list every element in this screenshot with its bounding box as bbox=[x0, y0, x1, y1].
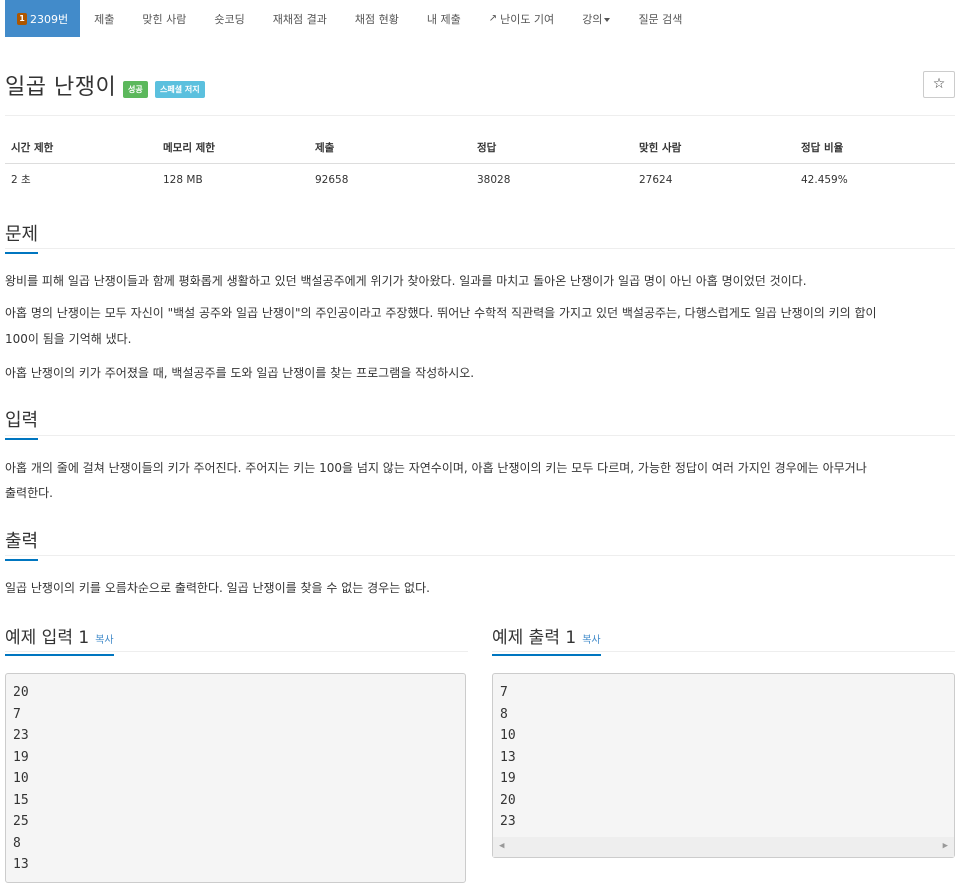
tab-short-coding[interactable]: 숏코딩 bbox=[200, 0, 258, 37]
problem-paragraph-2-line-2: 100이 됨을 기억해 냈다. bbox=[5, 332, 132, 346]
sample-input-title: 예제 입력 1 bbox=[5, 628, 90, 648]
problem-paragraph-1: 왕비를 피해 일곱 난쟁이들과 함께 평화롭게 생활하고 있던 백설공주에게 위… bbox=[5, 274, 807, 288]
tab-lectures-label: 강의 bbox=[582, 12, 603, 26]
sample-output-lines: 7 8 10 13 19 20 23 bbox=[500, 682, 947, 833]
tab-submit[interactable]: 제출 bbox=[80, 0, 128, 37]
tab-problem[interactable]: 1 2309번 bbox=[5, 0, 81, 37]
input-paragraph-line-1: 아홉 개의 줄에 걸쳐 난쟁이들의 키가 주어진다. 주어지는 키는 100을 … bbox=[5, 461, 867, 475]
copy-input-button[interactable]: 복사 bbox=[95, 635, 113, 646]
tab-question-search[interactable]: 질문 검색 bbox=[624, 0, 696, 37]
sample-output-line: 10 bbox=[500, 728, 516, 743]
header-memory-limit: 메모리 제한 bbox=[157, 134, 309, 164]
scroll-right-icon[interactable]: ▶ bbox=[943, 836, 948, 858]
scroll-left-icon[interactable]: ◀ bbox=[499, 836, 504, 858]
sample-input-line: 20 bbox=[13, 685, 29, 700]
sample-input-line: 23 bbox=[13, 728, 29, 743]
problem-paragraph-3: 아홉 난쟁이의 키가 주어졌을 때, 백설공주를 도와 일곱 난쟁이를 찾는 프… bbox=[5, 366, 475, 380]
caret-down-icon bbox=[604, 17, 611, 22]
sample-input-line: 13 bbox=[13, 857, 29, 872]
info-header-row: 시간 제한 메모리 제한 제출 정답 맞힌 사람 정답 비율 bbox=[5, 134, 955, 164]
sample-output-title: 예제 출력 1 bbox=[492, 628, 577, 648]
problem-title: 일곱 난쟁이 bbox=[5, 75, 117, 100]
problem-paragraph-2-line-1: 아홉 명의 난쟁이는 모두 자신이 "백설 공주와 일곱 난쟁이"의 주인공이라… bbox=[5, 306, 877, 320]
sample-input-box[interactable]: 20 7 23 19 10 15 25 8 13 bbox=[5, 673, 466, 883]
section-divider bbox=[5, 248, 955, 249]
sample-output-line: 8 bbox=[500, 706, 508, 722]
sample-input-line: 8 bbox=[13, 835, 21, 851]
section-divider bbox=[5, 651, 468, 652]
sample-input-line: 10 bbox=[13, 771, 29, 786]
header-ratio: 정답 비율 bbox=[795, 134, 955, 164]
header-submissions: 제출 bbox=[309, 134, 471, 164]
value-submissions: 92658 bbox=[315, 173, 349, 186]
sample-output-column: 예제 출력 1 복사 7 8 10 13 19 20 23 ◀ ▶ bbox=[492, 623, 955, 858]
tier-icon: 1 bbox=[17, 12, 27, 25]
external-link-icon: ↗ bbox=[488, 13, 498, 24]
favorite-star-button[interactable]: ☆ bbox=[923, 71, 955, 98]
sample-output-box[interactable]: 7 8 10 13 19 20 23 ◀ ▶ bbox=[492, 673, 955, 858]
tab-solvers[interactable]: 맞힌 사람 bbox=[128, 0, 200, 37]
sample-input-column: 예제 입력 1 복사 20 7 23 19 10 15 25 8 13 bbox=[5, 623, 468, 883]
copy-output-button[interactable]: 복사 bbox=[582, 635, 600, 646]
tab-status[interactable]: 채점 현황 bbox=[341, 0, 413, 37]
value-solvers: 27624 bbox=[639, 173, 673, 186]
sample-output-line: 23 bbox=[500, 814, 516, 829]
tab-rejudge-result[interactable]: 재채점 결과 bbox=[259, 0, 341, 37]
value-time-limit: 2 초 bbox=[11, 174, 31, 186]
header-solvers: 맞힌 사람 bbox=[633, 134, 795, 164]
problem-info-table: 시간 제한 메모리 제한 제출 정답 맞힌 사람 정답 비율 2 초 128 M… bbox=[5, 134, 955, 195]
tab-difficulty-contribution[interactable]: ↗ 난이도 기여 bbox=[475, 0, 569, 37]
sample-input-line: 7 bbox=[13, 706, 21, 722]
success-badge: 성공 bbox=[123, 81, 148, 98]
section-divider bbox=[5, 435, 955, 436]
star-icon: ☆ bbox=[932, 76, 946, 92]
value-ratio: 42.459% bbox=[801, 173, 848, 186]
problem-tab-nav: 1 2309번 제출 맞힌 사람 숏코딩 재채점 결과 채점 현황 내 제출 ↗… bbox=[5, 0, 955, 37]
special-judge-badge: 스페셜 저지 bbox=[155, 81, 205, 98]
header-accepted: 정답 bbox=[471, 134, 633, 164]
tab-lectures[interactable]: 강의 bbox=[568, 0, 624, 37]
section-divider bbox=[5, 555, 955, 556]
value-memory-limit: 128 MB bbox=[163, 173, 203, 186]
divider bbox=[5, 115, 955, 116]
output-paragraph: 일곱 난쟁이의 키를 오름차순으로 출력한다. 일곱 난쟁이를 찾을 수 없는 … bbox=[5, 581, 430, 595]
section-divider bbox=[492, 651, 955, 652]
value-accepted: 38028 bbox=[477, 173, 511, 186]
input-paragraph-line-2: 출력한다. bbox=[5, 486, 53, 500]
horizontal-scrollbar[interactable]: ◀ ▶ bbox=[493, 837, 954, 857]
tab-difficulty-label: 난이도 기여 bbox=[500, 12, 555, 26]
sample-input-line: 19 bbox=[13, 749, 29, 765]
sample-output-line: 19 bbox=[500, 771, 516, 786]
header-time-limit: 시간 제한 bbox=[5, 134, 157, 164]
tab-problem-label: 2309번 bbox=[30, 12, 69, 26]
sample-output-line: 20 bbox=[500, 792, 516, 808]
info-value-row: 2 초 128 MB 92658 38028 27624 42.459% bbox=[5, 164, 955, 196]
sample-input-line: 15 bbox=[13, 792, 29, 808]
problem-title-row: 일곱 난쟁이 성공 스페셜 저지 ☆ bbox=[5, 66, 955, 106]
tab-my-submissions[interactable]: 내 제출 bbox=[413, 0, 475, 37]
sample-input-line: 25 bbox=[13, 814, 29, 829]
sample-output-line: 13 bbox=[500, 749, 516, 765]
sample-output-line: 7 bbox=[500, 685, 508, 700]
